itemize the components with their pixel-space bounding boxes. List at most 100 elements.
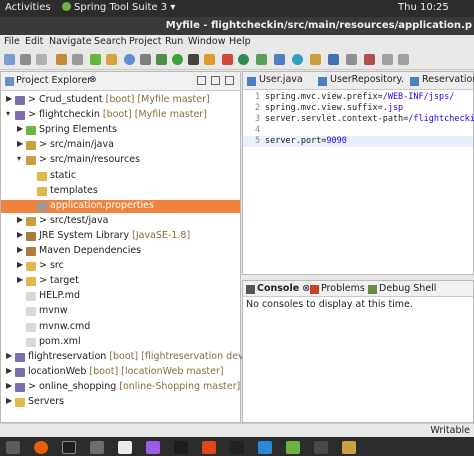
vscode-icon[interactable]	[258, 441, 272, 454]
code-line[interactable]: 4	[243, 125, 473, 136]
editor-tab-user-java[interactable]: User.java	[245, 74, 303, 90]
open-task-icon[interactable]	[140, 54, 151, 65]
menu-search[interactable]: Search	[94, 36, 127, 47]
coverage-icon[interactable]	[188, 54, 199, 65]
collapsed-arrow-icon[interactable]: ▶	[6, 396, 14, 405]
console-app-icon[interactable]	[174, 441, 188, 454]
tree-item[interactable]: ▶ > src/test/java	[1, 215, 240, 228]
terminal-icon[interactable]	[62, 441, 76, 454]
collapsed-arrow-icon[interactable]: ▶	[17, 139, 25, 148]
editor-tab-user-repository[interactable]: UserRepository.	[316, 74, 404, 90]
tree-item[interactable]: templates	[1, 185, 240, 198]
menu-run[interactable]: Run	[165, 36, 183, 47]
save-icon[interactable]	[20, 54, 31, 65]
source-folder-icon	[26, 141, 36, 151]
tree-item[interactable]: ▶ flightreservation [boot] [flightreserva…	[1, 351, 247, 364]
expanded-arrow-icon[interactable]: ▾	[17, 154, 25, 163]
collapse-all-icon[interactable]	[197, 76, 206, 85]
package-icon[interactable]	[106, 54, 117, 65]
tree-item[interactable]: ▶ > online_shopping [online-Shopping mast…	[1, 381, 240, 394]
code-line[interactable]: 1 spring.mvc.view.prefix=/WEB-INF/jsps/	[243, 92, 473, 103]
collapsed-arrow-icon[interactable]: ▶	[6, 366, 14, 375]
forward-icon[interactable]	[398, 54, 409, 65]
run-icon[interactable]	[238, 54, 249, 65]
app-icon[interactable]	[342, 441, 356, 454]
collapsed-arrow-icon[interactable]: ▶	[17, 260, 25, 269]
code-line[interactable]: 5 server.port=9090	[243, 136, 473, 147]
menu-project[interactable]: Project	[129, 36, 162, 47]
code-line[interactable]: 2 spring.mvc.view.suffix=.jsp	[243, 103, 473, 114]
text-editor-icon[interactable]	[118, 441, 132, 454]
menu-edit[interactable]: Edit	[25, 36, 43, 47]
intellij-icon[interactable]	[230, 441, 244, 454]
expanded-arrow-icon[interactable]: ▾	[6, 109, 14, 118]
app-icon[interactable]	[314, 441, 328, 454]
app-icon[interactable]	[202, 441, 216, 454]
view-menu-icon[interactable]	[225, 76, 234, 85]
tree-item[interactable]: ▶ Spring Elements	[1, 124, 240, 137]
tree-item[interactable]: pom.xml	[1, 336, 240, 349]
collapsed-arrow-icon[interactable]: ▶	[6, 351, 14, 360]
collapsed-arrow-icon[interactable]: ▶	[17, 215, 25, 224]
collapsed-arrow-icon[interactable]: ▶	[6, 94, 14, 103]
files-icon[interactable]	[90, 441, 104, 454]
menu-window[interactable]: Window	[188, 36, 225, 47]
annotation-icon[interactable]	[346, 54, 357, 65]
tree-item[interactable]: ▶ Maven Dependencies	[1, 245, 240, 258]
new-class-icon[interactable]	[274, 54, 285, 65]
collapsed-arrow-icon[interactable]: ▶	[6, 381, 14, 390]
terminal-icon[interactable]	[56, 54, 67, 65]
spring-tool-suite-icon[interactable]	[286, 441, 300, 454]
tree-item[interactable]: application.properties	[1, 199, 240, 213]
web-browser-icon[interactable]	[292, 54, 303, 65]
debug-icon[interactable]	[156, 54, 167, 65]
run-as-icon[interactable]	[256, 54, 267, 65]
menu-help[interactable]: Help	[229, 36, 251, 47]
tab-debug-shell[interactable]: Debug Shell	[367, 283, 436, 294]
open-type-icon[interactable]	[124, 54, 135, 65]
collapsed-arrow-icon[interactable]: ▶	[17, 124, 25, 133]
pin-icon[interactable]	[204, 54, 215, 65]
tree-item[interactable]: ▶ > src/main/java	[1, 139, 240, 152]
toggle-icon[interactable]	[172, 54, 183, 65]
open-folder-icon[interactable]	[310, 54, 321, 65]
tree-item[interactable]: mvnw	[1, 305, 240, 318]
link-editor-icon[interactable]	[211, 76, 220, 85]
app-menu[interactable]: Spring Tool Suite 3 ▾	[62, 2, 175, 13]
tree-item[interactable]: ▾ > src/main/resources	[1, 154, 240, 167]
tree-item[interactable]: ▶ > Crud_student [boot] [Myfile master]	[1, 94, 240, 107]
build-icon[interactable]	[72, 54, 83, 65]
stop-icon[interactable]	[222, 54, 233, 65]
menu-file[interactable]: File	[4, 36, 20, 47]
collapsed-arrow-icon[interactable]: ▶	[17, 275, 25, 284]
save-all-icon[interactable]	[36, 54, 47, 65]
tree-item[interactable]: mvnw.cmd	[1, 321, 240, 334]
tree-item[interactable]: ▾ > flightcheckin [boot] [Myfile master]	[1, 109, 240, 122]
show-apps-icon[interactable]	[6, 441, 20, 454]
new-icon[interactable]	[4, 54, 15, 65]
code-line[interactable]: 3 server.servlet.context-path=/flightchec…	[243, 114, 474, 125]
tree-item[interactable]: ▶ Servers	[1, 396, 240, 409]
tree-item[interactable]: HELP.md	[1, 290, 240, 303]
activities-button[interactable]: Activities	[5, 2, 51, 13]
project-explorer-tab[interactable]: Project Explorer ⊗	[1, 72, 240, 91]
close-icon[interactable]: ⊗	[89, 75, 97, 85]
tree-item[interactable]: ▶ locationWeb [boot] [locationWeb master]	[1, 366, 240, 379]
tab-problems[interactable]: Problems	[309, 283, 365, 294]
tree-item[interactable]: static	[1, 170, 240, 183]
search-icon[interactable]	[328, 54, 339, 65]
next-annotation-icon[interactable]	[364, 54, 375, 65]
ide-icon[interactable]	[146, 441, 160, 454]
tree-item[interactable]: ▶ > src	[1, 260, 240, 273]
menu-navigate[interactable]: Navigate	[49, 36, 92, 47]
editor-tab-reservation[interactable]: ReservationI	[408, 74, 474, 90]
tree-item[interactable]: ▶ JRE System Library [JavaSE-1.8]	[1, 230, 240, 243]
back-icon[interactable]	[382, 54, 393, 65]
tree-item[interactable]: ▶ > target	[1, 275, 240, 288]
clock[interactable]: Thu 10:25	[398, 2, 449, 13]
tab-console[interactable]: Console ⊗	[245, 283, 310, 294]
collapsed-arrow-icon[interactable]: ▶	[17, 245, 25, 254]
spring-boot-icon[interactable]	[90, 54, 101, 65]
firefox-icon[interactable]	[34, 441, 48, 454]
collapsed-arrow-icon[interactable]: ▶	[17, 230, 25, 239]
